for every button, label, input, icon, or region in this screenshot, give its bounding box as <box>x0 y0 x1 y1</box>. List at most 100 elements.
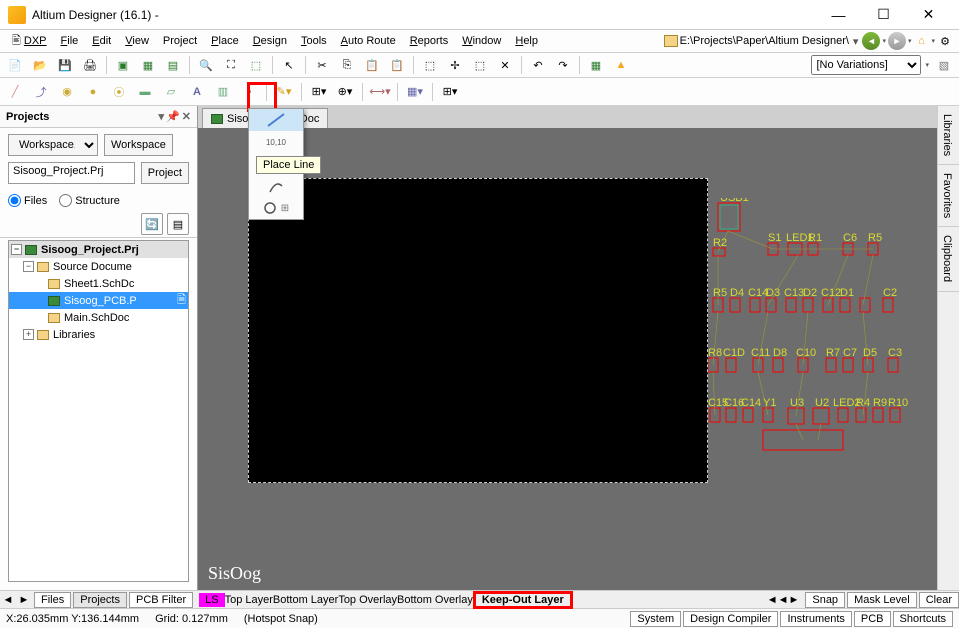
filter-icon[interactable]: ▤ <box>167 213 189 235</box>
nav-back-button[interactable]: ◄ <box>862 32 880 50</box>
menu-file[interactable]: File <box>55 33 85 49</box>
workspace-select[interactable]: Workspace1.D <box>8 134 98 156</box>
tree-source[interactable]: −Source Docume <box>9 258 188 275</box>
panel-menu-icon[interactable]: ▾ <box>159 110 165 123</box>
home-icon[interactable]: ⌂ <box>913 33 929 49</box>
board-icon[interactable]: ▦ <box>137 54 159 76</box>
polygon-icon[interactable]: ▱ <box>160 81 182 103</box>
undo-icon[interactable]: ↶ <box>527 54 549 76</box>
menu-design[interactable]: Design <box>247 33 293 49</box>
menu-edit[interactable]: Edit <box>86 33 117 49</box>
cursor-icon[interactable]: ↖ <box>278 54 300 76</box>
radio-structure[interactable]: Structure <box>59 194 120 207</box>
variations-icon[interactable]: ▧ <box>933 54 955 76</box>
deselect-icon[interactable]: ⬚ <box>469 54 491 76</box>
layer-top-overlay[interactable]: Top Overlay <box>338 594 397 606</box>
route-icon[interactable]: ╱ <box>4 81 26 103</box>
text-icon[interactable]: A <box>186 81 208 103</box>
panel-clipboard[interactable]: Clipboard <box>938 227 959 291</box>
tab-files[interactable]: Files <box>34 592 71 608</box>
tab-instruments[interactable]: Instruments <box>780 611 851 627</box>
place-arc-item[interactable] <box>249 175 303 197</box>
tree-main[interactable]: Main.SchDoc <box>9 309 188 326</box>
zoom-fit-icon[interactable]: ⛶ <box>220 54 242 76</box>
menu-reports[interactable]: Reports <box>404 33 455 49</box>
project-button[interactable]: Project <box>141 162 189 184</box>
copy-icon[interactable]: ⎘ <box>336 54 358 76</box>
layer-keepout[interactable]: Keep-Out Layer <box>473 591 573 609</box>
nav-fwd-button[interactable]: ► <box>888 32 906 50</box>
tree-libraries[interactable]: +Libraries <box>9 326 188 343</box>
mask-button[interactable]: Mask Level <box>847 592 917 608</box>
tab-pcb[interactable]: PCB <box>854 611 891 627</box>
grid-icon[interactable]: ⊞▾ <box>439 81 461 103</box>
layer-bottom-overlay[interactable]: Bottom Overlay <box>397 594 473 606</box>
tab-pcbfilter[interactable]: PCB Filter <box>129 592 193 608</box>
close-button[interactable]: ✕ <box>906 1 951 29</box>
tab-projects[interactable]: Projects <box>73 592 127 608</box>
pads-icon[interactable]: ⦿ <box>108 81 130 103</box>
menu-project[interactable]: Project <box>157 33 203 49</box>
panel-close-icon[interactable]: ✕ <box>182 110 191 123</box>
layers-icon[interactable]: ▤ <box>162 54 184 76</box>
altium-icon[interactable]: ▲ <box>610 54 632 76</box>
print-icon[interactable]: 🖨 <box>79 54 101 76</box>
panel-libraries[interactable]: Libraries <box>938 106 959 165</box>
layer-ls[interactable]: LS <box>199 593 224 607</box>
move-icon[interactable]: ✢ <box>444 54 466 76</box>
menu-autoroute[interactable]: Auto Route <box>335 33 402 49</box>
paste-icon[interactable]: 📋 <box>361 54 383 76</box>
menu-tools[interactable]: Tools <box>295 33 333 49</box>
comp-icon[interactable]: ▫ <box>238 81 260 103</box>
layer-top[interactable]: Top Layer <box>225 594 273 606</box>
zoom-sel-icon[interactable]: ⬚ <box>245 54 267 76</box>
tree-root[interactable]: −Sisoog_Project.Prj <box>9 241 188 258</box>
tab-shortcuts[interactable]: Shortcuts <box>893 611 953 627</box>
clear-button[interactable]: Clear <box>919 592 959 608</box>
menu-window[interactable]: Window <box>456 33 507 49</box>
redo-icon[interactable]: ↷ <box>552 54 574 76</box>
tree-pcb[interactable]: Sisoog_PCB.P🗎 <box>9 292 188 309</box>
scroll-right-icon[interactable]: ► <box>16 592 32 608</box>
tree-sheet1[interactable]: Sheet1.SchDc <box>9 275 188 292</box>
chip-icon[interactable]: ▣ <box>112 54 134 76</box>
save-icon[interactable]: 💾 <box>54 54 76 76</box>
pad-icon[interactable]: ● <box>82 81 104 103</box>
route2-icon[interactable]: ⤴ <box>30 81 52 103</box>
refresh-icon[interactable]: 🔄 <box>141 213 163 235</box>
place-coord-item[interactable]: 10,10 <box>249 131 303 153</box>
open-icon[interactable]: 📂 <box>29 54 51 76</box>
variations-select[interactable]: [No Variations] <box>811 55 921 75</box>
scroll-left-icon[interactable]: ◄ <box>0 592 16 608</box>
browse-icon[interactable]: ▦ <box>585 54 607 76</box>
region-icon[interactable]: ▥ <box>212 81 234 103</box>
menu-place[interactable]: Place <box>205 33 245 49</box>
select-rect-icon[interactable]: ⬚ <box>419 54 441 76</box>
clear-icon[interactable]: ✕ <box>494 54 516 76</box>
zoom-area-icon[interactable]: 🔍 <box>195 54 217 76</box>
dim-icon[interactable]: ⊞▾ <box>308 81 330 103</box>
panel-pin-icon[interactable]: 📌 <box>166 110 180 123</box>
radio-files[interactable]: Files <box>8 194 47 207</box>
snap-button[interactable]: Snap <box>805 592 845 608</box>
dimension-icon[interactable]: ⟷▾ <box>369 81 391 103</box>
array-icon[interactable]: ▦▾ <box>404 81 426 103</box>
coord-icon[interactable]: ⊕▾ <box>334 81 356 103</box>
line-dropdown[interactable]: ✎▾ <box>273 81 295 103</box>
maximize-button[interactable]: ☐ <box>861 1 906 29</box>
place-line-item[interactable] <box>249 109 303 131</box>
via-icon[interactable]: ◉ <box>56 81 78 103</box>
layer-bottom[interactable]: Bottom Layer <box>273 594 338 606</box>
pcb-canvas[interactable]: USB1R2S1LED1R1C6R5 R5D4C14D3C13D2C12D1C2… <box>198 128 937 590</box>
menu-dxp[interactable]: 🖹 DXP <box>6 30 53 53</box>
layer-nav-icon[interactable]: ◄◄► <box>763 594 804 606</box>
menu-help[interactable]: Help <box>509 33 544 49</box>
tab-system[interactable]: System <box>630 611 681 627</box>
new-icon[interactable]: 📄 <box>4 54 26 76</box>
panel-favorites[interactable]: Favorites <box>938 165 959 227</box>
paste-special-icon[interactable]: 📋 <box>386 54 408 76</box>
fill-icon[interactable]: ▬ <box>134 81 156 103</box>
place-circle-item[interactable]: ⊞ <box>249 197 303 219</box>
settings-icon[interactable]: ⚙ <box>937 33 953 49</box>
cut-icon[interactable]: ✂ <box>311 54 333 76</box>
